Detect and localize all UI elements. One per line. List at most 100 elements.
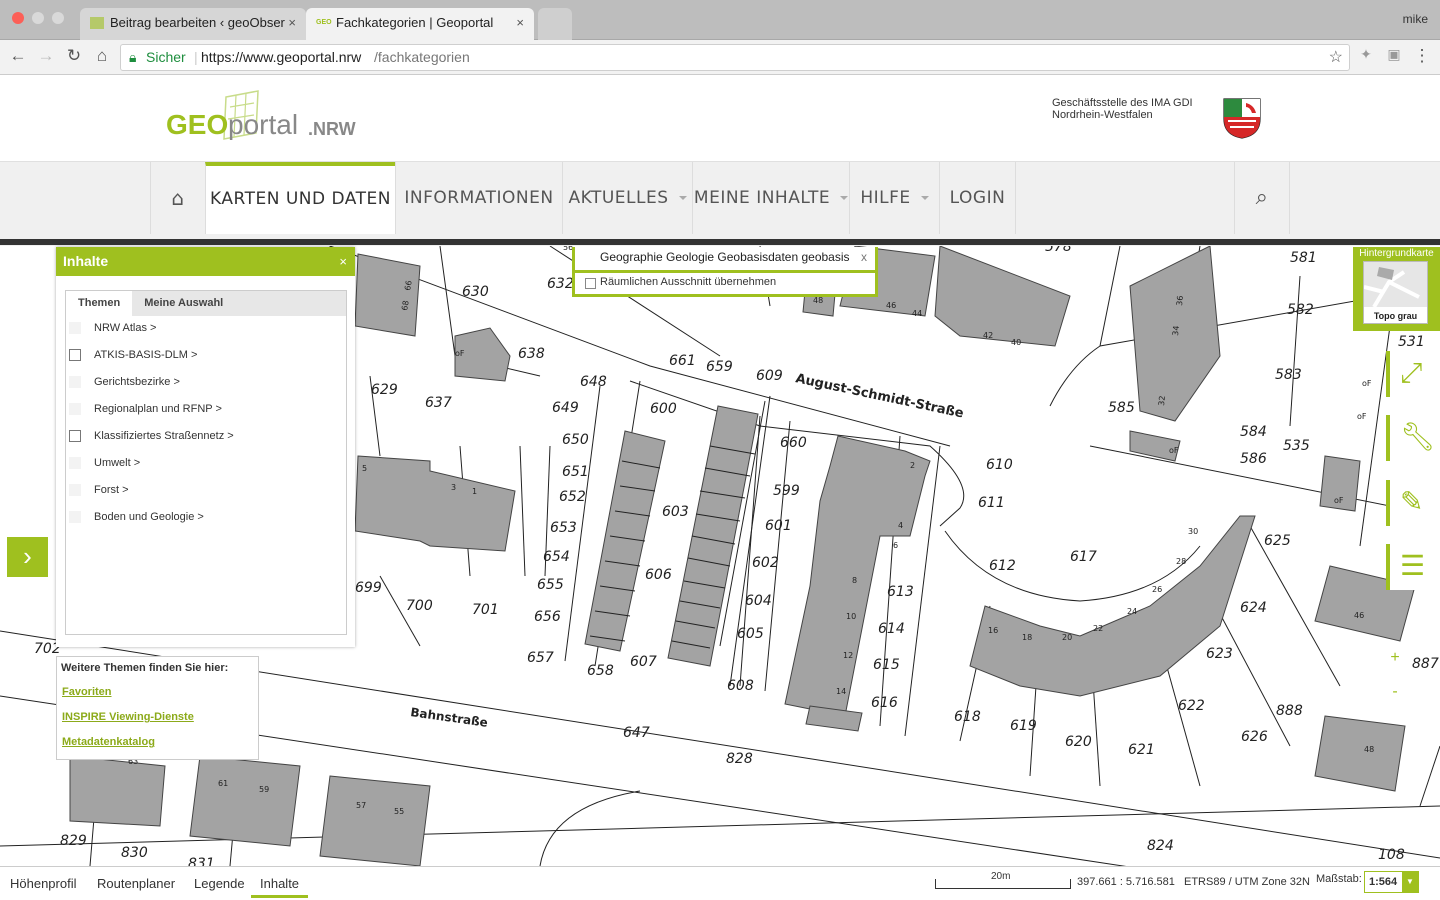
theme-checkbox[interactable] <box>69 349 81 361</box>
svg-text:48: 48 <box>813 296 823 305</box>
checkbox-placeholder <box>69 376 81 388</box>
nav-hilfe[interactable]: HILFE <box>849 162 939 234</box>
search-icon[interactable]: ⌕ <box>1234 162 1290 234</box>
svg-text:657: 657 <box>527 650 554 666</box>
svg-text:652: 652 <box>559 489 586 505</box>
theme-label: NRW Atlas > <box>94 322 157 334</box>
tab-close-icon[interactable]: × <box>516 8 524 38</box>
hintergrundkarte-title: Hintergrundkarte <box>1359 248 1434 259</box>
extension-icon[interactable]: ✦ <box>1356 46 1376 63</box>
nav-home-icon[interactable]: ⌂ <box>150 162 205 234</box>
fullscreen-expand-icon[interactable]: ⤢ <box>1386 351 1440 397</box>
menu-kebab-icon[interactable]: ⋮ <box>1412 46 1432 66</box>
nav-label: INFORMATIONEN <box>404 188 554 208</box>
tab-title: Fachkategorien | Geoportal <box>336 15 494 30</box>
close-icon[interactable]: × <box>339 247 347 276</box>
svg-text:701: 701 <box>472 602 499 618</box>
topo-grau-label: Topo grau <box>1373 311 1418 321</box>
draw-settings-icon[interactable]: ✎ <box>1386 480 1440 526</box>
nav-login[interactable]: LOGIN <box>939 162 1016 234</box>
reload-icon[interactable]: ↻ <box>64 46 84 66</box>
svg-text:616: 616 <box>871 695 898 711</box>
minimize-window-button[interactable] <box>32 12 44 24</box>
svg-text:651: 651 <box>562 464 589 480</box>
geo-favicon-icon: GEO <box>316 19 332 26</box>
scale-label: Maßstab: <box>1316 873 1362 885</box>
svg-text:40: 40 <box>1011 338 1021 347</box>
logo-geo-text: GEO <box>166 109 229 140</box>
theme-checkbox[interactable] <box>69 430 81 442</box>
browser-tab[interactable]: Beitrag bearbeiten ‹ geoObser × <box>80 8 306 40</box>
close-window-button[interactable] <box>12 12 24 24</box>
forward-icon[interactable]: → <box>36 46 56 66</box>
svg-text:24: 24 <box>1127 607 1137 616</box>
nav-aktuelles[interactable]: AKTUELLES <box>562 162 692 234</box>
office-line-1: Geschäftsstelle des IMA GDI <box>1052 97 1193 109</box>
geoportal-logo[interactable]: GEO portal .NRW <box>166 89 366 149</box>
zoom-out-button[interactable]: - <box>1378 683 1412 701</box>
hintergrundkarte-panel[interactable]: Hintergrundkarte Topo grau <box>1353 247 1440 331</box>
svg-text:55: 55 <box>394 807 404 816</box>
raeumlich-checkbox[interactable] <box>585 278 596 289</box>
url-path: /fachkategorien <box>374 49 470 65</box>
svg-text:535: 535 <box>1283 438 1310 454</box>
svg-text:3: 3 <box>451 483 456 492</box>
panel-toggle-chevron-right-icon[interactable]: › <box>7 537 48 577</box>
tool-hoehenprofil[interactable]: Höhenprofil <box>10 876 77 891</box>
svg-text:656: 656 <box>534 609 561 625</box>
weitere-themen-box: Weitere Themen finden Sie hier: Favorite… <box>56 656 259 760</box>
secure-label: Sicher <box>146 49 186 65</box>
home-icon[interactable]: ⌂ <box>92 46 112 66</box>
scale-value: 1:564 <box>1369 876 1398 888</box>
back-icon[interactable]: ← <box>8 46 28 66</box>
svg-text:59: 59 <box>259 785 269 794</box>
svg-text:830: 830 <box>121 845 148 861</box>
svg-text:660: 660 <box>780 435 807 451</box>
bookmark-star-icon[interactable]: ☆ <box>1329 45 1343 70</box>
zoom-in-button[interactable]: + <box>1378 649 1412 667</box>
svg-text:8: 8 <box>852 576 857 585</box>
tools-wrench-icon[interactable]: 🔧︎ <box>1386 415 1440 461</box>
theme-label: Gerichtsbezirke > <box>94 376 180 388</box>
tool-routenplaner[interactable]: Routenplaner <box>97 876 175 891</box>
link-inspire[interactable]: INSPIRE Viewing-Dienste <box>62 711 194 723</box>
svg-text:649: 649 <box>552 400 579 416</box>
svg-text:632: 632 <box>547 276 574 292</box>
svg-text:585: 585 <box>1108 400 1135 416</box>
tab-close-icon[interactable]: × <box>288 8 296 38</box>
svg-text:638: 638 <box>518 346 545 362</box>
chevron-down-icon <box>678 196 687 200</box>
svg-text:46: 46 <box>1354 611 1364 620</box>
new-tab-button[interactable] <box>538 8 572 40</box>
profile-name[interactable]: mike <box>1403 12 1428 26</box>
search-filter-text[interactable]: Geographie Geologie Geobasisdaten geobas… <box>600 250 852 264</box>
scale-select[interactable]: 1:564 ▼ <box>1364 871 1419 893</box>
coordinates-readout: 397.661 : 5.716.581 <box>1077 876 1175 888</box>
svg-text:622: 622 <box>1178 698 1205 714</box>
tab-themen[interactable]: Themen <box>66 291 133 316</box>
address-bar[interactable]: 🔒︎ Sicher | https://www.geoportal.nrw /f… <box>120 44 1350 71</box>
svg-text:650: 650 <box>562 432 589 448</box>
close-icon[interactable]: x <box>861 250 867 264</box>
browser-tab-active[interactable]: GEO Fachkategorien | Geoportal × <box>306 8 534 40</box>
nav-meine-inhalte[interactable]: MEINE INHALTE <box>692 162 849 234</box>
tool-inhalte[interactable]: Inhalte <box>251 876 309 898</box>
svg-text:613: 613 <box>887 584 914 600</box>
link-favoriten[interactable]: Favoriten <box>62 686 112 698</box>
svg-text:599: 599 <box>773 483 800 499</box>
svg-text:578: 578 <box>1045 246 1072 255</box>
maximize-window-button[interactable] <box>52 12 64 24</box>
nav-informationen[interactable]: INFORMATIONEN <box>395 162 562 272</box>
nav-karten-und-daten[interactable]: KARTEN UND DATEN <box>205 162 395 267</box>
svg-text:28: 28 <box>1176 557 1186 566</box>
chevron-down-icon: ▼ <box>1402 872 1418 892</box>
layer-settings-icon[interactable]: ☰ <box>1386 544 1440 590</box>
tab-meine-auswahl[interactable]: Meine Auswahl <box>132 291 235 316</box>
topo-grau-thumbnail[interactable]: Topo grau <box>1363 261 1428 324</box>
svg-text:602: 602 <box>752 555 779 571</box>
tool-legende[interactable]: Legende <box>194 876 245 891</box>
extension-icon[interactable]: ▣ <box>1384 46 1404 63</box>
link-metadatenkatalog[interactable]: Metadatenkatalog <box>62 736 155 748</box>
crs-readout[interactable]: ETRS89 / UTM Zone 32N <box>1184 876 1310 888</box>
svg-text:581: 581 <box>1290 250 1317 266</box>
